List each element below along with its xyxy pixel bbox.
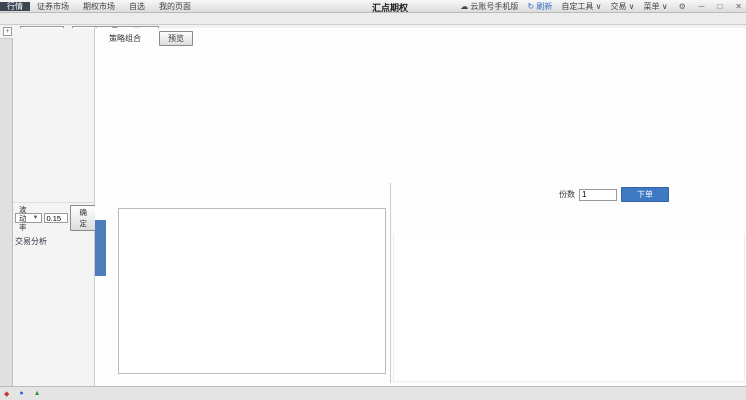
window-buttons: ☁ 云账号手机版 ↻ 刷新自定工具 ∨ 交易 ∨ 菜单 ∨ ⚙ ─ □ ✕ (460, 0, 744, 13)
volatility-label: 波动率 (19, 205, 27, 232)
settings-icon[interactable]: ⚙ (677, 2, 688, 11)
sidebar-tabs (13, 28, 94, 41)
top-button-0[interactable]: ☁ 云账号手机版 (460, 1, 518, 12)
expand-box-icon[interactable]: + (3, 27, 12, 36)
main-panel: 策略组合 预览 份数 下单 (95, 28, 746, 386)
maximize-icon[interactable]: □ (715, 2, 724, 11)
tab-4[interactable]: 我的页面 (152, 2, 198, 11)
chart-y-axis (106, 208, 118, 374)
qty-label: 份数 (559, 189, 575, 200)
main-header: 策略组合 预览 (109, 31, 193, 46)
strategy-combo-label: 策略组合 (109, 33, 141, 44)
main-menu (0, 13, 746, 25)
tab-2[interactable]: 期权市场 (76, 2, 122, 11)
positions-empty-area (393, 234, 745, 382)
volatility-row: 波动率 ▼ 确定 (13, 203, 94, 233)
chevron-down-icon: ▼ (33, 214, 39, 223)
volatility-select[interactable]: 波动率 ▼ (15, 213, 42, 223)
tab-1[interactable]: 证券市场 (30, 2, 76, 11)
window-tabs: 行情证券市场期权市场自选我的页面 (0, 0, 198, 13)
strategy-sidebar: 波动率 ▼ 确定 交易分析 (13, 28, 95, 386)
payoff-chart (118, 208, 386, 374)
top-button-2[interactable]: 自定工具 ∨ (561, 1, 601, 12)
analysis-title: 交易分析 (15, 236, 92, 247)
top-button-3[interactable]: 交易 ∨ (610, 1, 634, 12)
tab-profit-chart[interactable] (95, 220, 106, 276)
tab-3[interactable]: 自选 (122, 2, 152, 11)
chart-x-axis (118, 376, 386, 386)
minimize-icon[interactable]: ─ (697, 2, 707, 11)
top-button-4[interactable]: 菜单 ∨ (644, 1, 668, 12)
tab-0[interactable]: 行情 (0, 2, 30, 11)
volatility-input[interactable] (44, 213, 68, 223)
top-button-1[interactable]: ↻ 刷新 (527, 1, 552, 12)
order-row: 份数 下单 (559, 187, 669, 202)
place-order-button[interactable]: 下单 (621, 187, 669, 202)
trade-analysis: 交易分析 (13, 233, 94, 254)
qty-input[interactable] (579, 189, 617, 201)
phone-icon[interactable]: ◆ (4, 390, 9, 398)
chart-icon[interactable]: ● (19, 390, 23, 397)
user-icon[interactable]: ▲ (34, 390, 41, 397)
positions-panel: 份数 下单 (390, 183, 746, 383)
strategy-list (13, 41, 94, 203)
volatility-apply-button[interactable]: 确定 (70, 205, 96, 231)
close-icon[interactable]: ✕ (733, 2, 744, 11)
left-nav-strip (0, 39, 13, 386)
preview-button[interactable]: 预览 (159, 31, 193, 46)
tab-probability-chart[interactable] (95, 324, 106, 376)
status-bar: ◆ ● ▲ (0, 386, 746, 400)
